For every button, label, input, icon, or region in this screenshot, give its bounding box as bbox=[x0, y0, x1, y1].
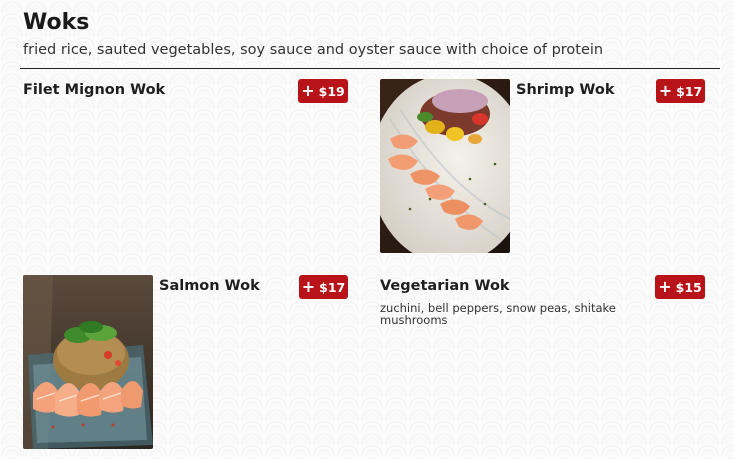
item-price: $17 bbox=[319, 279, 346, 295]
plus-icon: + bbox=[658, 80, 673, 100]
add-to-cart-button[interactable]: + $19 bbox=[298, 79, 348, 103]
shrimp-wok-photo[interactable] bbox=[380, 79, 510, 253]
item-price: $15 bbox=[675, 279, 702, 295]
item-price: $19 bbox=[318, 83, 345, 99]
plus-icon: + bbox=[658, 276, 672, 296]
add-to-cart-button[interactable]: + $17 bbox=[656, 79, 705, 103]
item-name: Filet Mignon Wok bbox=[23, 82, 166, 98]
item-price: $17 bbox=[676, 83, 703, 99]
salmon-wok-photo[interactable] bbox=[23, 275, 153, 449]
section-title: Woks bbox=[23, 10, 90, 35]
plus-icon: + bbox=[301, 276, 316, 296]
add-to-cart-button[interactable]: + $15 bbox=[655, 275, 705, 299]
add-to-cart-button[interactable]: + $17 bbox=[299, 275, 348, 299]
item-name: Shrimp Wok bbox=[516, 82, 615, 98]
plus-icon: + bbox=[301, 80, 315, 100]
item-name: Vegetarian Wok bbox=[380, 278, 510, 294]
section-description: fried rice, sauted vegetables, soy sauce… bbox=[23, 42, 604, 58]
item-description: zuchini, bell peppers, snow peas, shitak… bbox=[380, 301, 616, 327]
item-name: Salmon Wok bbox=[159, 278, 260, 294]
section-divider bbox=[20, 68, 720, 69]
